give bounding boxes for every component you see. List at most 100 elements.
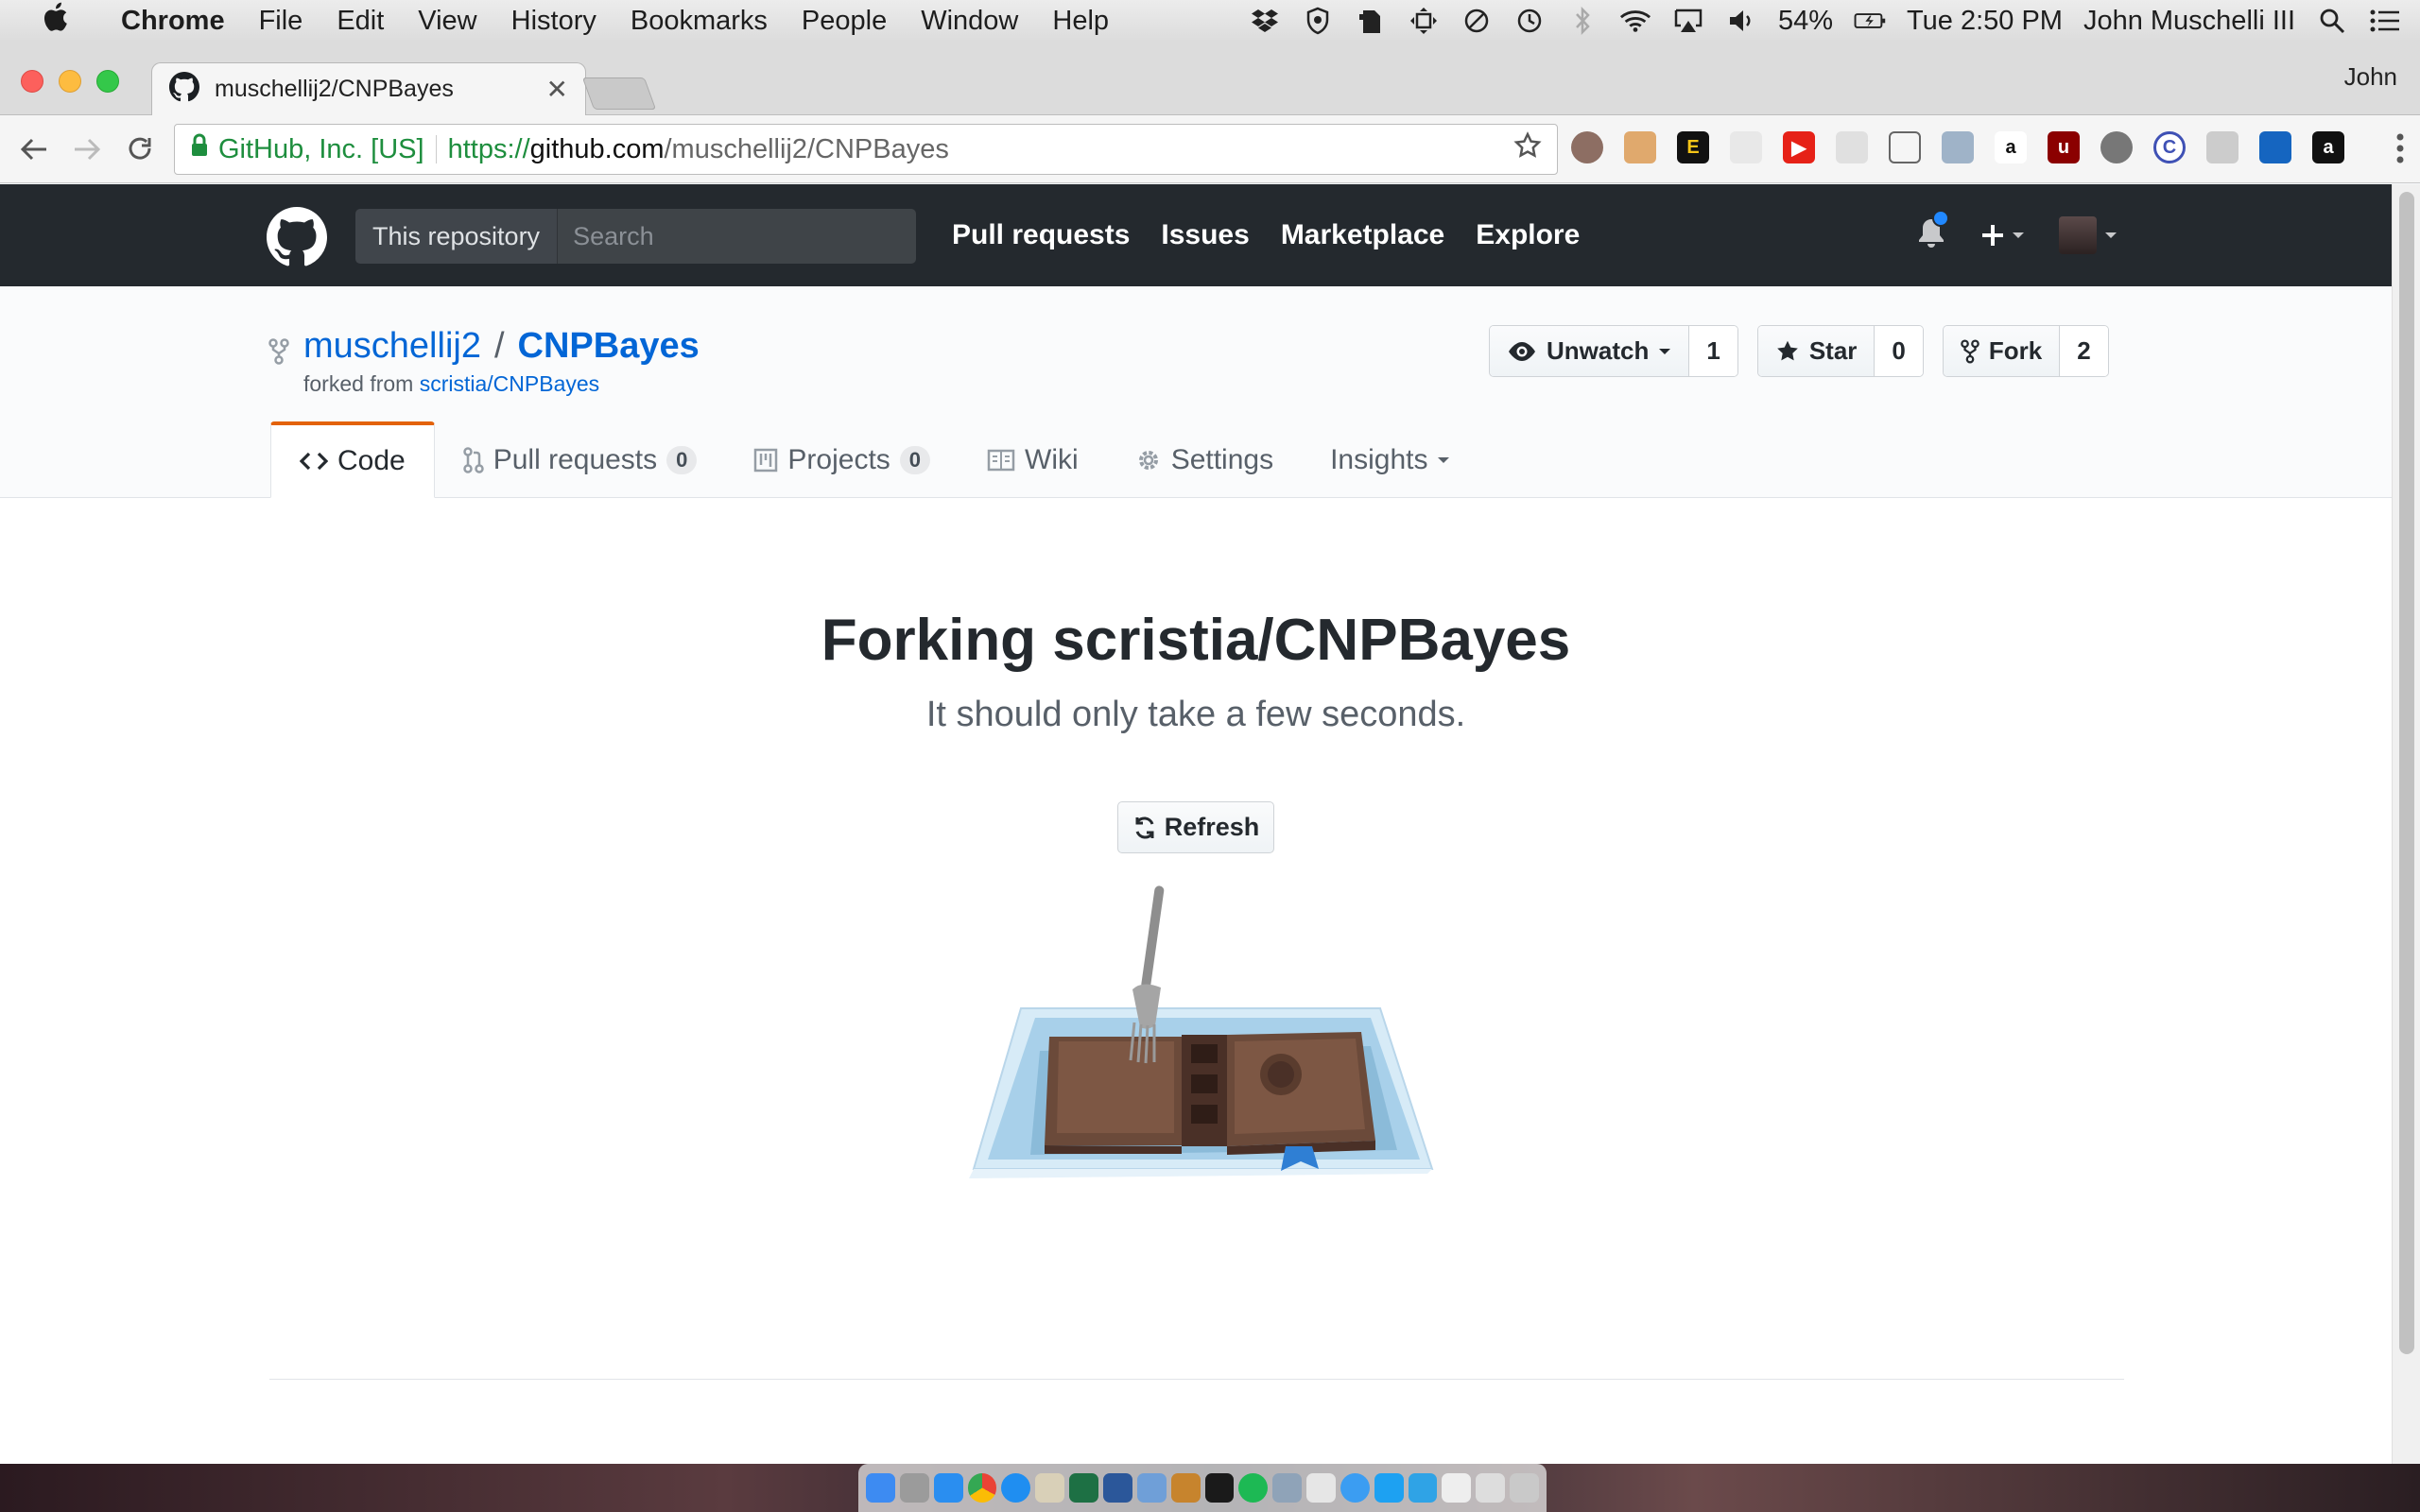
extension-icon[interactable]: C <box>2153 131 2186 163</box>
ublock-extension-icon[interactable]: u <box>2048 131 2080 163</box>
forked-from-link[interactable]: scristia/CNPBayes <box>420 371 599 396</box>
scrollbar-thumb[interactable] <box>2399 192 2414 1354</box>
time-machine-icon[interactable] <box>1513 5 1546 37</box>
dock-app-icon[interactable] <box>1272 1473 1303 1503</box>
airplay-icon[interactable] <box>1672 5 1704 37</box>
menubar-clock[interactable]: Tue 2:50 PM <box>1907 6 2063 37</box>
dropbox-icon[interactable] <box>1249 5 1281 37</box>
do-not-disturb-icon[interactable] <box>1461 5 1493 37</box>
menu-history[interactable]: History <box>511 6 596 37</box>
tab-close-icon[interactable]: ✕ <box>546 74 568 105</box>
notification-center-icon[interactable] <box>2369 5 2401 37</box>
extension-icon[interactable] <box>2100 131 2133 163</box>
nav-marketplace[interactable]: Marketplace <box>1281 219 1444 251</box>
safari-dock-icon[interactable] <box>1001 1473 1031 1503</box>
documents-dock-icon[interactable] <box>1442 1473 1472 1503</box>
star-button[interactable]: Star <box>1757 326 1876 376</box>
tab-insights[interactable]: Insights <box>1302 422 1478 498</box>
nav-pull-requests[interactable]: Pull requests <box>952 219 1130 251</box>
menu-help[interactable]: Help <box>1052 6 1109 37</box>
tex-dock-icon[interactable] <box>1306 1473 1336 1503</box>
search-scope-label[interactable]: This repository <box>355 209 558 264</box>
repo-owner-link[interactable]: muschellij2 <box>303 326 481 367</box>
amazon-assistant-extension-icon[interactable]: a <box>2312 131 2344 163</box>
tab-projects[interactable]: Projects 0 <box>725 422 959 498</box>
rstudio-dock-icon[interactable] <box>1136 1473 1167 1503</box>
tab-settings[interactable]: Settings <box>1107 422 1302 498</box>
menu-people[interactable]: People <box>802 6 887 37</box>
refresh-button[interactable]: Refresh <box>1117 801 1274 853</box>
chrome-dock-icon[interactable] <box>967 1473 997 1503</box>
menu-edit[interactable]: Edit <box>337 6 384 37</box>
finder-dock-icon[interactable] <box>866 1473 895 1503</box>
user-avatar-dropdown[interactable] <box>2059 216 2118 254</box>
extension-icon[interactable] <box>1571 131 1603 163</box>
repo-name-link[interactable]: CNPBayes <box>518 326 700 367</box>
word-dock-icon[interactable] <box>1102 1473 1132 1503</box>
notifications-bell-icon[interactable] <box>1917 209 1949 254</box>
github-logo-icon[interactable] <box>267 207 327 267</box>
menu-bookmarks[interactable]: Bookmarks <box>631 6 768 37</box>
wifi-icon[interactable] <box>1619 5 1651 37</box>
app-store-dock-icon[interactable] <box>933 1473 963 1503</box>
search-input[interactable]: Search <box>557 209 917 264</box>
preview-dock-icon[interactable] <box>1035 1473 1065 1503</box>
bookmark-star-icon[interactable] <box>1513 131 1542 167</box>
back-arrow-icon[interactable] <box>15 130 53 168</box>
youtube-extension-icon[interactable]: ▶ <box>1783 131 1815 163</box>
amazon-extension-icon[interactable]: a <box>1995 131 2027 163</box>
window-close-button[interactable] <box>21 70 43 93</box>
new-tab-button[interactable] <box>581 77 657 110</box>
dropbox-extension-icon[interactable] <box>1730 131 1762 163</box>
page-scrollbar[interactable] <box>2392 184 2420 1464</box>
tab-pull-requests[interactable]: Pull requests 0 <box>435 422 726 498</box>
address-bar[interactable]: GitHub, Inc. [US] https://github.com/mus… <box>174 124 1558 175</box>
forks-count[interactable]: 2 <box>2060 326 2108 376</box>
window-minimize-button[interactable] <box>59 70 81 93</box>
browser-profile-name[interactable]: John <box>2344 62 2397 92</box>
forward-arrow-icon[interactable] <box>68 130 106 168</box>
stargazers-count[interactable]: 0 <box>1875 326 1923 376</box>
window-zoom-button[interactable] <box>96 70 119 93</box>
tab-wiki[interactable]: Wiki <box>959 422 1107 498</box>
fork-button[interactable]: Fork <box>1943 326 2061 376</box>
extension-icon[interactable] <box>1942 131 1974 163</box>
menu-window[interactable]: Window <box>921 6 1018 37</box>
skype-dock-icon[interactable] <box>1408 1473 1438 1503</box>
evernote-icon[interactable] <box>1355 5 1387 37</box>
cast-icon[interactable] <box>1889 131 1921 163</box>
menu-app-name[interactable]: Chrome <box>121 6 225 37</box>
browser-tab-active[interactable]: muschellij2/CNPBayes ✕ <box>151 62 586 115</box>
reload-icon[interactable] <box>121 130 159 168</box>
volume-icon[interactable] <box>1725 5 1757 37</box>
menu-view[interactable]: View <box>418 6 476 37</box>
browser-menu-icon[interactable] <box>2395 132 2405 169</box>
extension-icon[interactable] <box>1624 131 1656 163</box>
battery-charging-icon[interactable] <box>1854 5 1886 37</box>
bluetooth-icon[interactable] <box>1566 5 1599 37</box>
twitter-dock-icon[interactable] <box>1374 1473 1404 1503</box>
menubar-user[interactable]: John Muschelli III <box>2083 6 2295 37</box>
terminal-dock-icon[interactable] <box>1204 1473 1235 1503</box>
menu-file[interactable]: File <box>259 6 303 37</box>
unwatch-button[interactable]: Unwatch <box>1490 326 1690 376</box>
shield-icon[interactable] <box>1302 5 1334 37</box>
launchpad-dock-icon[interactable] <box>899 1473 929 1503</box>
spotify-dock-icon[interactable] <box>1238 1473 1269 1503</box>
certificate-name[interactable]: GitHub, Inc. [US] <box>218 134 424 165</box>
apple-menu-icon[interactable] <box>34 1 76 41</box>
extension-icon[interactable] <box>2206 131 2238 163</box>
excel-dock-icon[interactable] <box>1069 1473 1098 1503</box>
trash-dock-icon[interactable] <box>1510 1473 1539 1503</box>
extension-icon[interactable]: E <box>1677 131 1709 163</box>
spotlight-search-icon[interactable] <box>2316 5 2348 37</box>
messages-dock-icon[interactable] <box>1340 1473 1370 1503</box>
nav-issues[interactable]: Issues <box>1161 219 1249 251</box>
dock-app-icon[interactable] <box>1170 1473 1201 1503</box>
create-new-plus-icon[interactable] <box>1979 222 2025 249</box>
analytics-extension-icon[interactable] <box>2259 131 2291 163</box>
move-icon[interactable] <box>1408 5 1440 37</box>
watchers-count[interactable]: 1 <box>1689 326 1737 376</box>
extension-icon[interactable] <box>1836 131 1868 163</box>
downloads-dock-icon[interactable] <box>1476 1473 1506 1503</box>
